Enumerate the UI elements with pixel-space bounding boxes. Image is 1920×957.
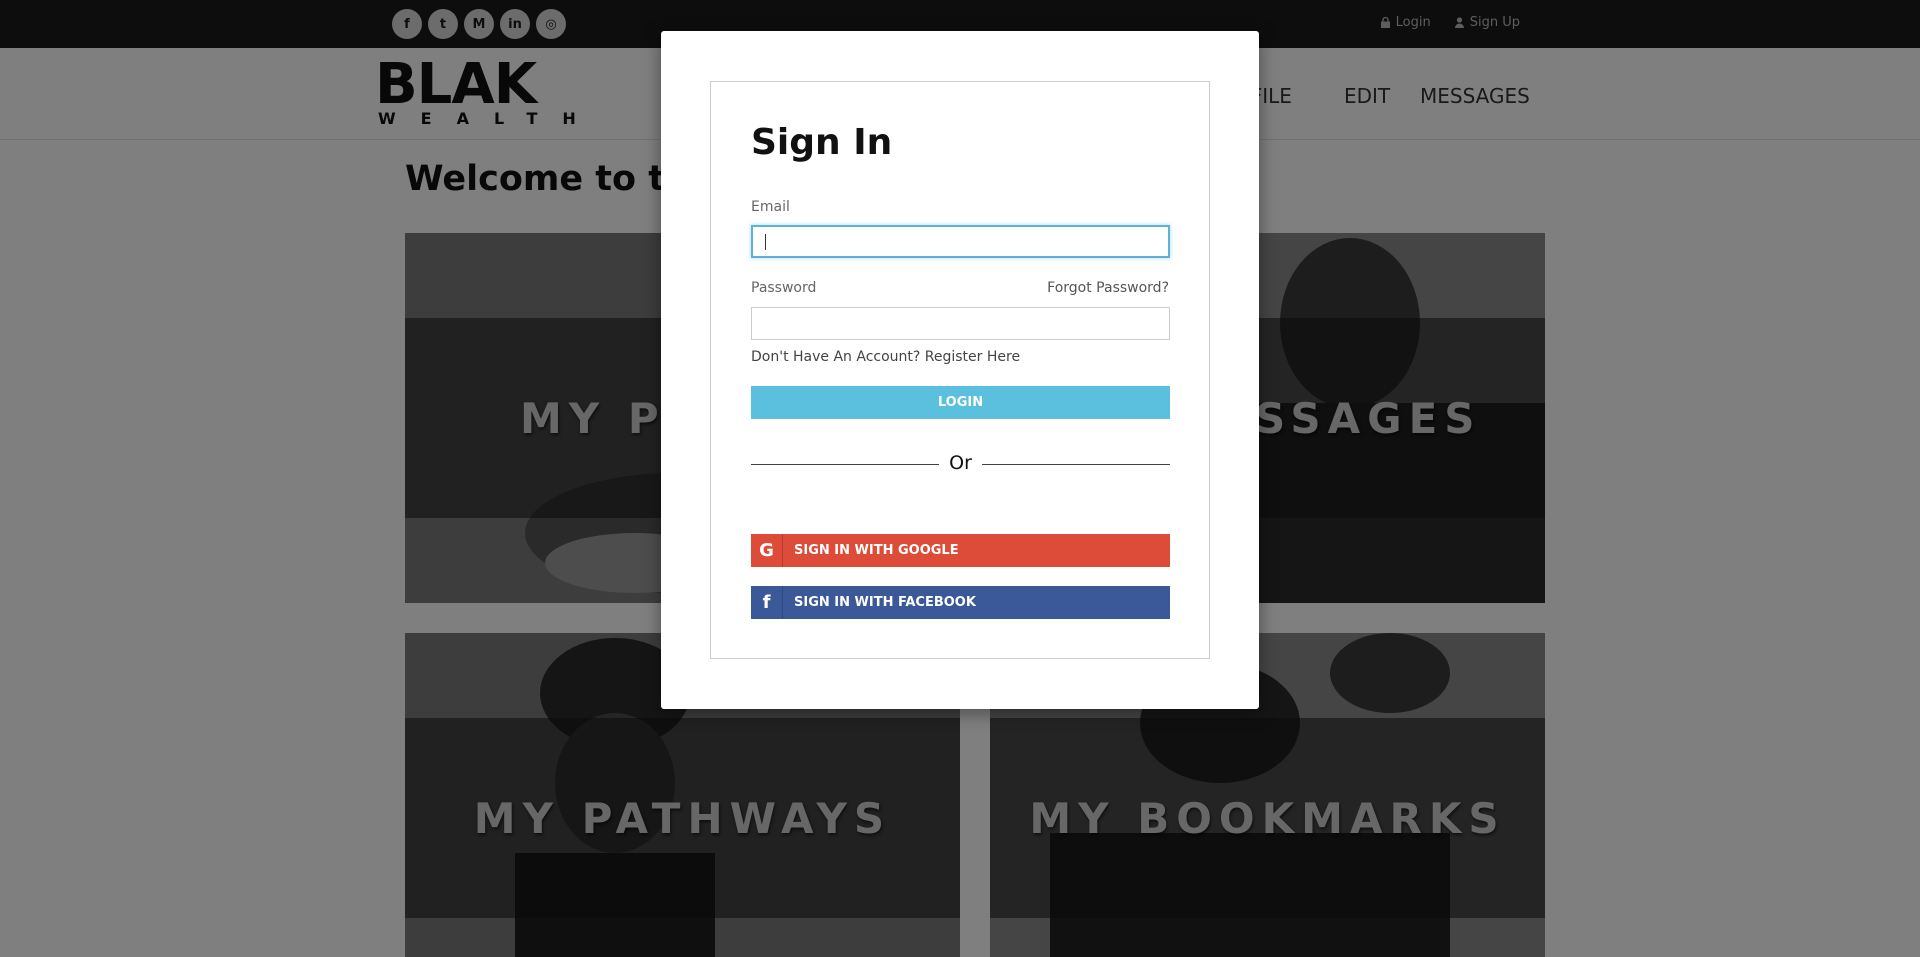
password-label: Password xyxy=(751,280,817,296)
facebook-signin-label: SIGN IN WITH FACEBOOK xyxy=(794,595,976,610)
google-icon: G xyxy=(751,534,783,567)
or-divider: Or xyxy=(751,452,1170,476)
google-signin-label: SIGN IN WITH GOOGLE xyxy=(794,543,959,558)
sign-in-title: Sign In xyxy=(751,122,893,163)
text-caret xyxy=(765,234,766,250)
facebook-signin-button[interactable]: f SIGN IN WITH FACEBOOK xyxy=(751,586,1170,619)
or-label: Or xyxy=(949,452,972,474)
register-link[interactable]: Don't Have An Account? Register Here xyxy=(751,349,1020,365)
google-signin-button[interactable]: G SIGN IN WITH GOOGLE xyxy=(751,534,1170,567)
forgot-password-link[interactable]: Forgot Password? xyxy=(1047,280,1169,296)
facebook-icon: f xyxy=(751,586,783,619)
password-field[interactable] xyxy=(751,307,1170,340)
login-button[interactable]: LOGIN xyxy=(751,386,1170,419)
email-field[interactable] xyxy=(751,225,1170,258)
sign-in-modal: Sign In Email Password Forgot Password? … xyxy=(661,31,1259,709)
email-label: Email xyxy=(751,199,790,215)
sign-in-form: Sign In Email Password Forgot Password? … xyxy=(710,81,1210,659)
